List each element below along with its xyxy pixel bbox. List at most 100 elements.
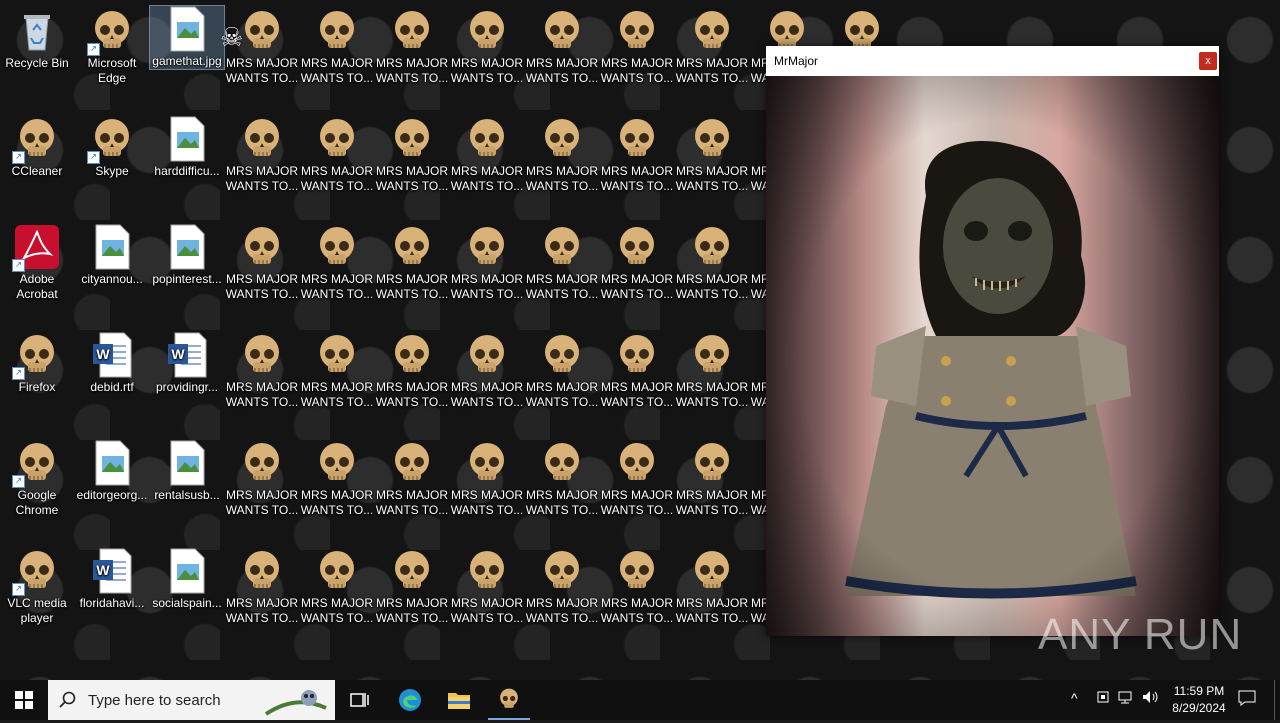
desktop-icon-mrs-major[interactable]: MRS MAJOR WANTS TO... [675, 440, 749, 518]
search-input[interactable]: Type here to search [48, 680, 335, 720]
mrs-major-label: MRS MAJOR WANTS TO... [600, 164, 674, 193]
notification-icon[interactable] [1238, 690, 1256, 709]
desktop-icon-mrs-major[interactable]: MRS MAJOR WANTS TO... [675, 224, 749, 302]
volume-icon[interactable] [1142, 690, 1160, 707]
taskbar-file-explorer-button[interactable] [438, 680, 480, 720]
desktop-icon-mrs-major[interactable]: MRS MAJOR WANTS TO... [600, 116, 674, 194]
windows-logo-icon [15, 691, 33, 709]
svg-text:W: W [171, 346, 185, 362]
desktop-icon-mrs-major[interactable]: MRS MAJOR WANTS TO... [675, 116, 749, 194]
desktop-icon-mrs-major[interactable]: MRS MAJOR WANTS TO... [300, 548, 374, 626]
gamethat-label: gamethat.jpg [152, 54, 222, 68]
desktop-icon-mrs-major[interactable]: MRS MAJOR WANTS TO... [675, 8, 749, 86]
mrs-major-label: MRS MAJOR WANTS TO... [600, 488, 674, 517]
desktop-icon-mrs-major[interactable]: MRS MAJOR WANTS TO... [450, 548, 524, 626]
desktop-icon-mrs-major[interactable]: MRS MAJOR WANTS TO... [375, 332, 449, 410]
desktop-icon-gamethat[interactable]: gamethat.jpg [149, 5, 225, 70]
desktop-icon-mrs-major[interactable]: MRS MAJOR WANTS TO... [450, 224, 524, 302]
desktop-icon-mrs-major[interactable]: MRS MAJOR WANTS TO... [600, 224, 674, 302]
desktop-icon-cityannou[interactable]: cityannou... [75, 224, 149, 287]
desktop-icon-mrs-major[interactable]: MRS MAJOR WANTS TO... [600, 8, 674, 86]
desktop-icon-mrs-major[interactable]: MRS MAJOR WANTS TO... [450, 440, 524, 518]
desktop-icon-mrs-major[interactable]: MRS MAJOR WANTS TO... [375, 548, 449, 626]
recycle-bin-icon [14, 8, 60, 54]
mrs-major-label: MRS MAJOR WANTS TO... [300, 596, 374, 625]
window-titlebar[interactable]: MrMajor x [766, 46, 1219, 76]
desktop-icon-skype[interactable]: ↗ Skype [75, 116, 149, 179]
desktop-icon-mrs-major[interactable]: MRS MAJOR WANTS TO... [600, 440, 674, 518]
desktop-icon-providingr[interactable]: W providingr... [150, 332, 224, 395]
close-button[interactable]: x [1199, 52, 1217, 70]
mrs-major-label: MRS MAJOR WANTS TO... [450, 56, 524, 85]
desktop-icon-edge[interactable]: ↗ Microsoft Edge [75, 8, 149, 86]
desktop-icon-mrs-major[interactable]: MRS MAJOR WANTS TO... [300, 224, 374, 302]
skull-icon [689, 548, 735, 594]
skull-icon [389, 224, 435, 270]
taskbar-mrmajor-button[interactable] [488, 680, 530, 720]
desktop-icon-mrs-major[interactable]: MRS MAJOR WANTS TO... [375, 8, 449, 86]
skull-icon: ↗ [12, 440, 60, 488]
chrome-label: Google Chrome [15, 488, 59, 517]
desktop-icon-mrs-major[interactable]: MRS MAJOR WANTS TO... [300, 440, 374, 518]
desktop-icon-mrs-major[interactable]: MRS MAJOR WANTS TO... [525, 548, 599, 626]
show-desktop-button[interactable] [1274, 680, 1280, 720]
desktop-icon-mrs-major[interactable]: MRS MAJOR WANTS TO... [225, 440, 299, 518]
desktop-icon-mrs-major[interactable]: MRS MAJOR WANTS TO... [450, 332, 524, 410]
desktop[interactable]: Recycle Bin ↗ CCleaner ↗ Adobe Acrobat ↗… [0, 0, 1280, 680]
desktop-icon-mrs-major[interactable]: MRS MAJOR WANTS TO... [300, 8, 374, 86]
desktop-icon-editorgeorg[interactable]: editorgeorg... [75, 440, 149, 503]
recycle-bin-label: Recycle Bin [5, 56, 69, 70]
shortcut-arrow-icon: ↗ [87, 151, 100, 164]
desktop-icon-floridahavi[interactable]: W floridahavi... [75, 548, 149, 611]
mrs-major-label: MRS MAJOR WANTS TO... [675, 488, 749, 517]
skull-icon [464, 116, 510, 162]
start-button[interactable] [0, 680, 48, 720]
desktop-icon-debid[interactable]: W debid.rtf [75, 332, 149, 395]
mrmajor-window[interactable]: MrMajor x [766, 46, 1219, 636]
desktop-icon-mrs-major[interactable]: MRS MAJOR WANTS TO... [450, 116, 524, 194]
desktop-icon-mrs-major[interactable]: MRS MAJOR WANTS TO... [225, 548, 299, 626]
desktop-icon-mrs-major[interactable]: MRS MAJOR WANTS TO... [225, 332, 299, 410]
desktop-icon-mrs-major[interactable]: MRS MAJOR WANTS TO... [225, 116, 299, 194]
desktop-icon-mrs-major[interactable]: MRS MAJOR WANTS TO... [375, 440, 449, 518]
providingr-label: providingr... [155, 380, 219, 394]
desktop-icon-chrome[interactable]: ↗ Google Chrome [0, 440, 74, 518]
desktop-icon-mrs-major[interactable]: MRS MAJOR WANTS TO... [450, 8, 524, 86]
desktop-icon-mrs-major[interactable]: MRS MAJOR WANTS TO... [300, 332, 374, 410]
mrs-major-label: MRS MAJOR WANTS TO... [225, 596, 299, 625]
taskbar-edge-button[interactable] [390, 680, 430, 720]
desktop-icon-harddifficu[interactable]: harddifficu... [150, 116, 224, 179]
desktop-icon-mrs-major[interactable]: MRS MAJOR WANTS TO... [525, 332, 599, 410]
desktop-icon-popinterest[interactable]: popinterest... [150, 224, 224, 287]
desktop-icon-ccleaner[interactable]: ↗ CCleaner [0, 116, 74, 179]
skull-icon [689, 224, 735, 270]
desktop-icon-acrobat[interactable]: ↗ Adobe Acrobat [0, 224, 74, 302]
chevron-up-icon[interactable]: ^ [1071, 690, 1078, 706]
desktop-icon-rentalsusb[interactable]: rentalsusb... [150, 440, 224, 503]
desktop-icon-mrs-major[interactable]: MRS MAJOR WANTS TO... [525, 8, 599, 86]
desktop-icon-mrs-major[interactable]: MRS MAJOR WANTS TO... [525, 116, 599, 194]
mrs-major-label: MRS MAJOR WANTS TO... [450, 380, 524, 409]
network-icon[interactable] [1118, 690, 1136, 707]
mrs-major-label: MRS MAJOR WANTS TO... [375, 56, 449, 85]
edge-label: Microsoft Edge [87, 56, 137, 85]
desktop-icon-vlc[interactable]: ↗ VLC media player [0, 548, 74, 626]
taskbar-clock[interactable]: 11:59 PM 8/29/2024 [1164, 683, 1234, 717]
desktop-icon-mrs-major[interactable]: MRS MAJOR WANTS TO... [675, 548, 749, 626]
desktop-icon-mrs-major[interactable]: MRS MAJOR WANTS TO... [675, 332, 749, 410]
task-view-button[interactable] [340, 680, 380, 720]
desktop-icon-mrs-major[interactable]: MRS MAJOR WANTS TO... [600, 548, 674, 626]
desktop-icon-mrs-major[interactable]: MRS MAJOR WANTS TO... [225, 224, 299, 302]
mrs-major-label: MRS MAJOR WANTS TO... [225, 164, 299, 193]
desktop-icon-mrs-major[interactable]: MRS MAJOR WANTS TO... [375, 224, 449, 302]
desktop-icon-mrs-major[interactable]: MRS MAJOR WANTS TO... [300, 116, 374, 194]
network-device-icon[interactable] [1096, 690, 1110, 707]
desktop-icon-mrs-major[interactable]: MRS MAJOR WANTS TO... [600, 332, 674, 410]
desktop-icon-mrs-major[interactable]: MRS MAJOR WANTS TO... [525, 440, 599, 518]
desktop-icon-mrs-major[interactable]: MRS MAJOR WANTS TO... [375, 116, 449, 194]
desktop-icon-firefox[interactable]: ↗ Firefox [0, 332, 74, 395]
skull-icon [314, 332, 360, 378]
desktop-icon-mrs-major[interactable]: MRS MAJOR WANTS TO... [525, 224, 599, 302]
desktop-icon-recycle-bin[interactable]: Recycle Bin [0, 8, 74, 71]
desktop-icon-socialspain[interactable]: socialspain... [150, 548, 224, 611]
